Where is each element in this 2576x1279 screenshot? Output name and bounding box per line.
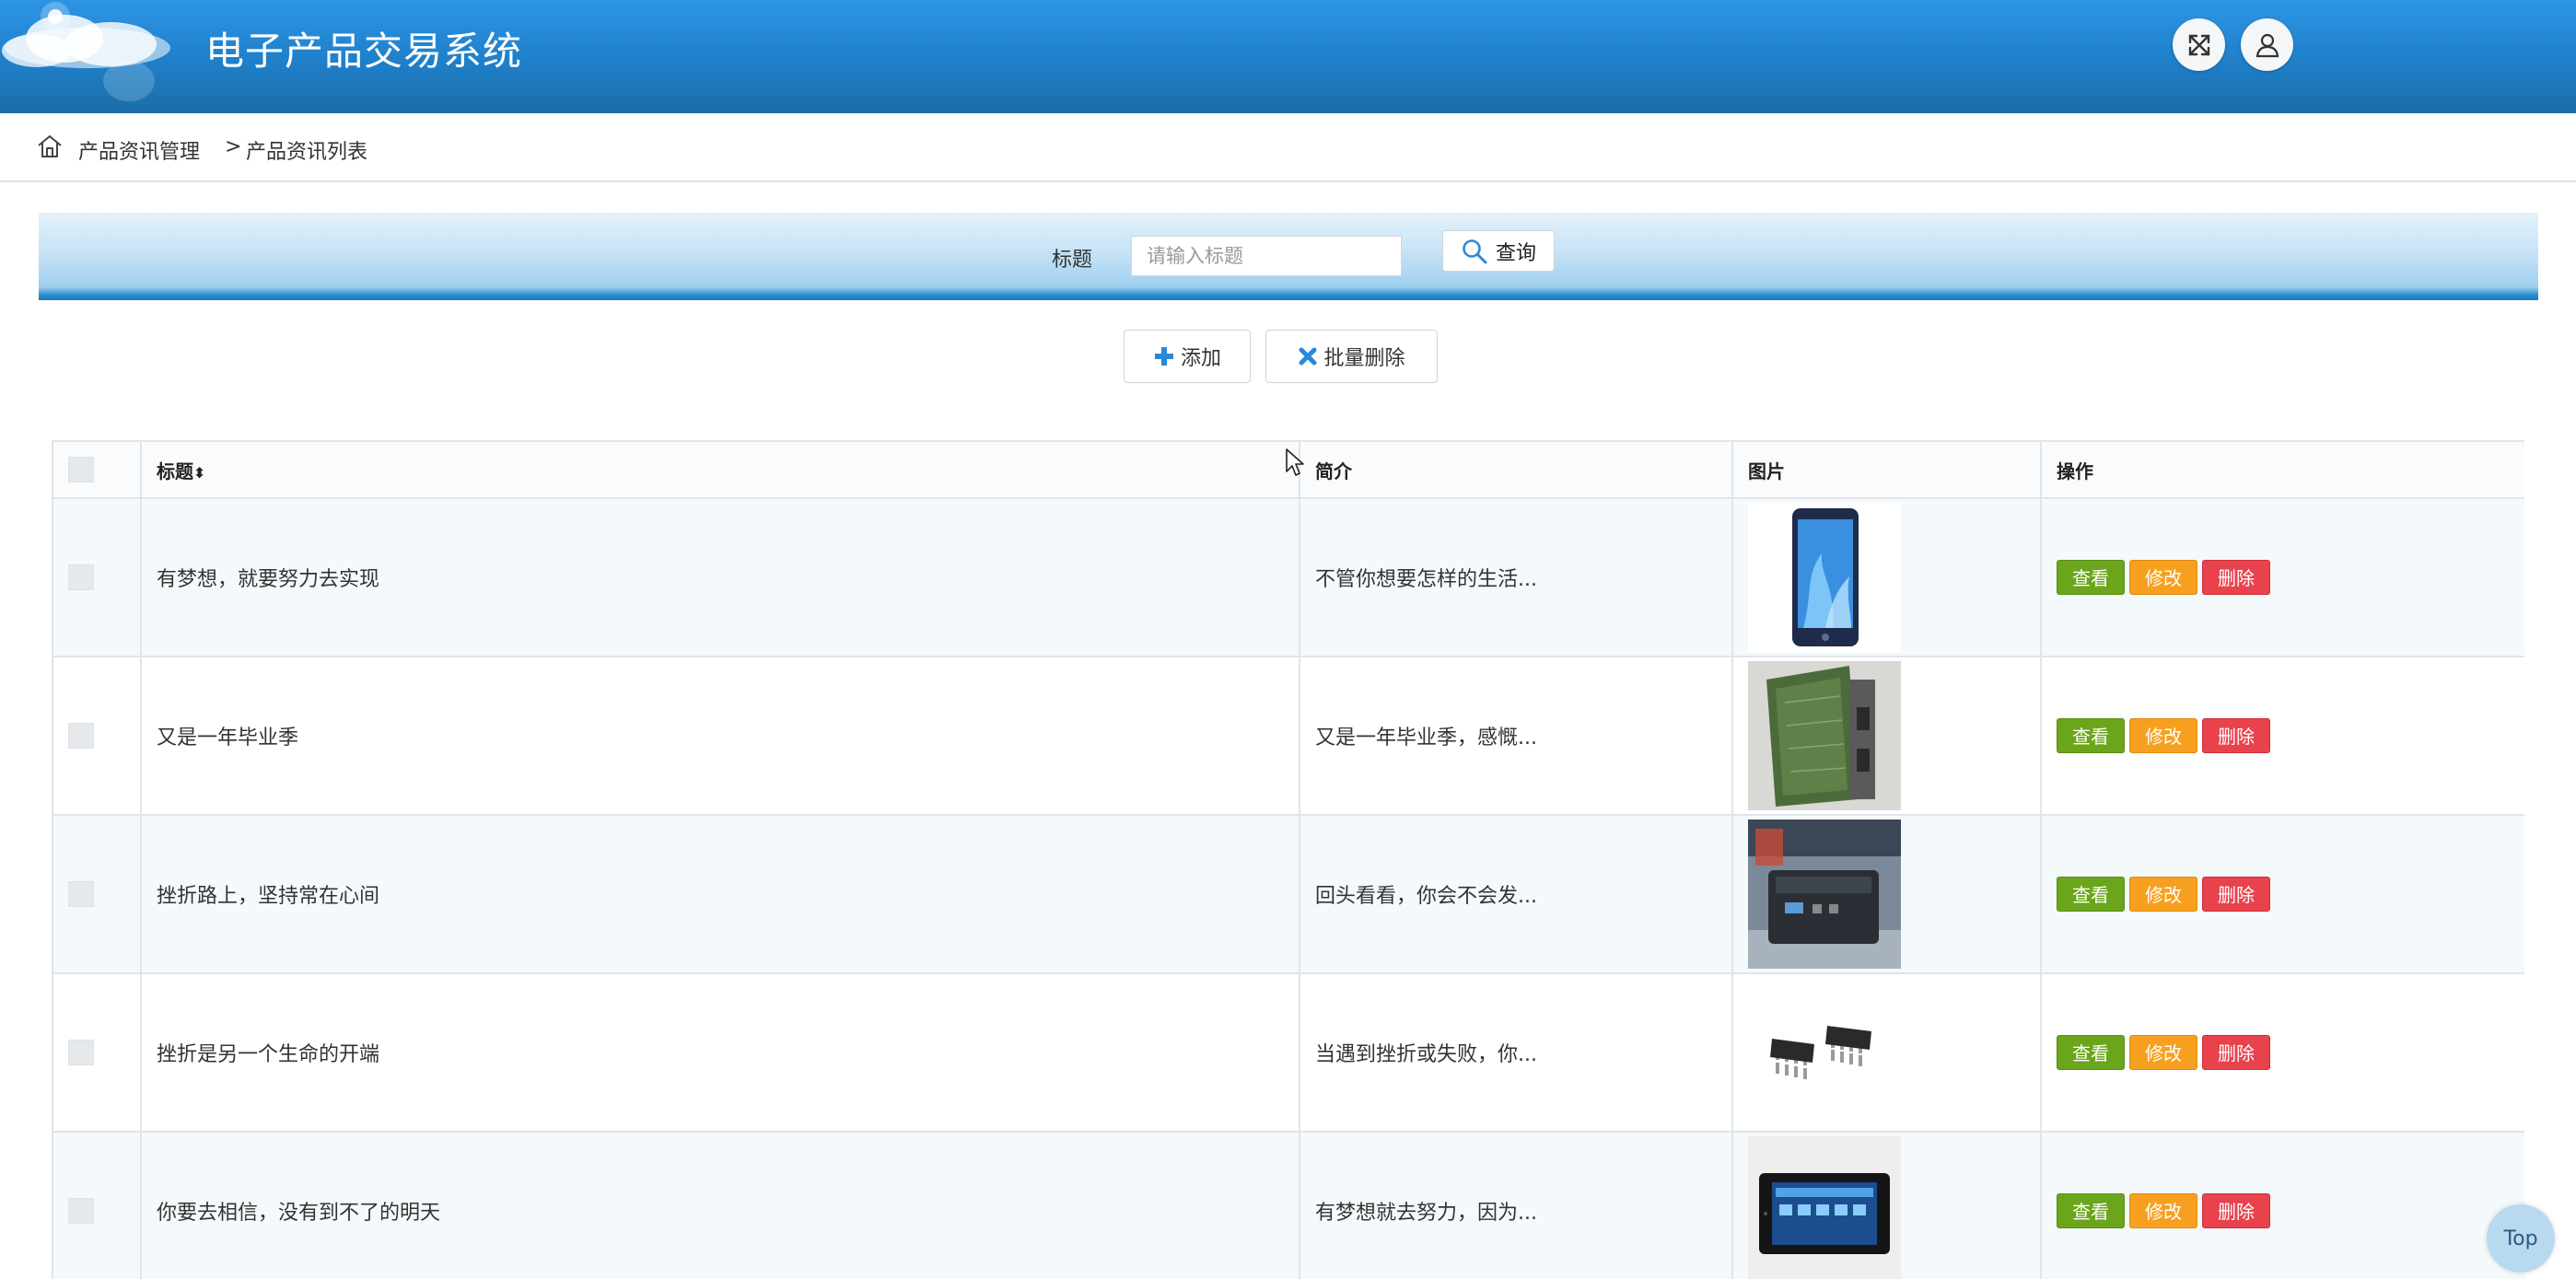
news-table: 标题⬍ 简介 图片 操作 有梦想，就要努力去实现 不管你想要怎样的生活... 查… bbox=[52, 440, 2524, 1279]
expand-icon bbox=[2188, 34, 2209, 55]
table-row: 挫折路上，坚持常在心间 回头看看，你会不会发... 查看 修改 删除 bbox=[52, 814, 2524, 974]
edit-button[interactable]: 修改 bbox=[2129, 1193, 2197, 1228]
row-checkbox[interactable] bbox=[68, 1198, 94, 1224]
mouse-cursor-icon bbox=[1286, 448, 1304, 476]
edit-button[interactable]: 修改 bbox=[2129, 877, 2197, 912]
table-row: 挫折是另一个生命的开端 当遇到挫折或失败，你... 查看 修改 删除 bbox=[52, 972, 2524, 1133]
breadcrumb: 产品资讯管理 > 产品资讯列表 bbox=[0, 113, 2576, 182]
batch-delete-button-label: 批量删除 bbox=[1323, 347, 1405, 370]
select-all-cell bbox=[52, 440, 142, 499]
row-select-cell bbox=[52, 497, 142, 657]
sort-icon[interactable]: ⬍ bbox=[193, 464, 205, 482]
edit-button[interactable]: 修改 bbox=[2129, 560, 2197, 595]
row-actions-cell: 查看 修改 删除 bbox=[2040, 497, 2524, 657]
app-header: 电子产品交易系统 bbox=[0, 0, 2576, 113]
row-image-cell bbox=[1731, 814, 2042, 974]
row-image-cell bbox=[1731, 497, 2042, 657]
row-checkbox[interactable] bbox=[68, 723, 94, 749]
column-header-summary: 简介 bbox=[1299, 440, 1733, 499]
row-select-cell bbox=[52, 656, 142, 816]
chips-image[interactable] bbox=[1748, 978, 1901, 1127]
plus-icon bbox=[1154, 347, 1173, 366]
column-header-image: 图片 bbox=[1731, 440, 2042, 499]
search-title-label: 标题 bbox=[1052, 249, 1093, 272]
breadcrumb-separator: > bbox=[225, 135, 242, 158]
select-all-checkbox[interactable] bbox=[68, 457, 94, 483]
user-icon bbox=[2255, 33, 2279, 57]
row-select-cell bbox=[52, 1131, 142, 1279]
row-checkbox[interactable] bbox=[68, 564, 94, 590]
row-select-cell bbox=[52, 972, 142, 1133]
user-menu-button[interactable] bbox=[2241, 18, 2293, 71]
news-table-container: 标题⬍ 简介 图片 操作 有梦想，就要努力去实现 不管你想要怎样的生活... 查… bbox=[52, 440, 2524, 1279]
column-header-title[interactable]: 标题⬍ bbox=[140, 440, 1300, 499]
view-button[interactable]: 查看 bbox=[2057, 1035, 2125, 1070]
row-title: 有梦想，就要努力去实现 bbox=[140, 497, 1300, 657]
batch-delete-button[interactable]: 批量删除 bbox=[1265, 330, 1438, 383]
row-summary: 有梦想就去努力，因为... bbox=[1299, 1131, 1733, 1279]
delete-button[interactable]: 删除 bbox=[2202, 1193, 2270, 1228]
row-select-cell bbox=[52, 814, 142, 974]
add-button-label: 添加 bbox=[1180, 347, 1221, 370]
circuit-board-image[interactable] bbox=[1748, 661, 1901, 810]
row-checkbox[interactable] bbox=[68, 881, 94, 907]
column-header-title-label: 标题 bbox=[157, 459, 193, 483]
row-actions-cell: 查看 修改 删除 bbox=[2040, 814, 2524, 974]
row-image-cell bbox=[1731, 656, 2042, 816]
delete-button[interactable]: 删除 bbox=[2202, 560, 2270, 595]
tablet-image[interactable] bbox=[1748, 1136, 1901, 1279]
phone-image[interactable] bbox=[1748, 503, 1901, 652]
column-header-actions: 操作 bbox=[2040, 440, 2524, 499]
row-actions-cell: 查看 修改 删除 bbox=[2040, 1131, 2524, 1279]
row-summary: 又是一年毕业季，感慨... bbox=[1299, 656, 1733, 816]
view-button[interactable]: 查看 bbox=[2057, 560, 2125, 595]
search-icon bbox=[1463, 238, 1487, 263]
row-actions-cell: 查看 修改 删除 bbox=[2040, 656, 2524, 816]
view-button[interactable]: 查看 bbox=[2057, 877, 2125, 912]
row-title: 挫折是另一个生命的开端 bbox=[140, 972, 1300, 1133]
view-button[interactable]: 查看 bbox=[2057, 718, 2125, 753]
row-summary: 回头看看，你会不会发... bbox=[1299, 814, 1733, 974]
delete-button[interactable]: 删除 bbox=[2202, 718, 2270, 753]
row-image-cell bbox=[1731, 1131, 2042, 1279]
row-actions-cell: 查看 修改 删除 bbox=[2040, 972, 2524, 1133]
query-button-label: 查询 bbox=[1495, 241, 1536, 265]
app-title: 电子产品交易系统 bbox=[205, 29, 523, 74]
delete-button[interactable]: 删除 bbox=[2202, 1035, 2270, 1070]
row-summary: 当遇到挫折或失败，你... bbox=[1299, 972, 1733, 1133]
row-title: 你要去相信，没有到不了的明天 bbox=[140, 1131, 1300, 1279]
search-title-input[interactable] bbox=[1131, 236, 1402, 276]
breadcrumb-item-news-list: 产品资讯列表 bbox=[246, 141, 368, 164]
power-station-image[interactable] bbox=[1748, 820, 1901, 969]
fullscreen-button[interactable] bbox=[2173, 18, 2225, 71]
home-icon[interactable] bbox=[37, 134, 63, 159]
row-title: 又是一年毕业季 bbox=[140, 656, 1300, 816]
edit-button[interactable]: 修改 bbox=[2129, 1035, 2197, 1070]
cloud-logo-icon bbox=[2, 2, 170, 101]
row-image-cell bbox=[1731, 972, 2042, 1133]
back-to-top-button[interactable]: Top bbox=[2487, 1204, 2555, 1273]
delete-button[interactable]: 删除 bbox=[2202, 877, 2270, 912]
table-row: 有梦想，就要努力去实现 不管你想要怎样的生活... 查看 修改 删除 bbox=[52, 497, 2524, 657]
breadcrumb-item-product-news[interactable]: 产品资讯管理 bbox=[78, 135, 200, 165]
row-title: 挫折路上，坚持常在心间 bbox=[140, 814, 1300, 974]
row-checkbox[interactable] bbox=[68, 1040, 94, 1065]
edit-button[interactable]: 修改 bbox=[2129, 718, 2197, 753]
add-button[interactable]: 添加 bbox=[1124, 330, 1251, 383]
table-row: 你要去相信，没有到不了的明天 有梦想就去努力，因为... 查看 修改 删除 bbox=[52, 1131, 2524, 1279]
view-button[interactable]: 查看 bbox=[2057, 1193, 2125, 1228]
query-button[interactable]: 查询 bbox=[1442, 230, 1555, 272]
close-icon bbox=[1299, 347, 1317, 366]
table-row: 又是一年毕业季 又是一年毕业季，感慨... 查看 修改 删除 bbox=[52, 656, 2524, 816]
row-summary: 不管你想要怎样的生活... bbox=[1299, 497, 1733, 657]
